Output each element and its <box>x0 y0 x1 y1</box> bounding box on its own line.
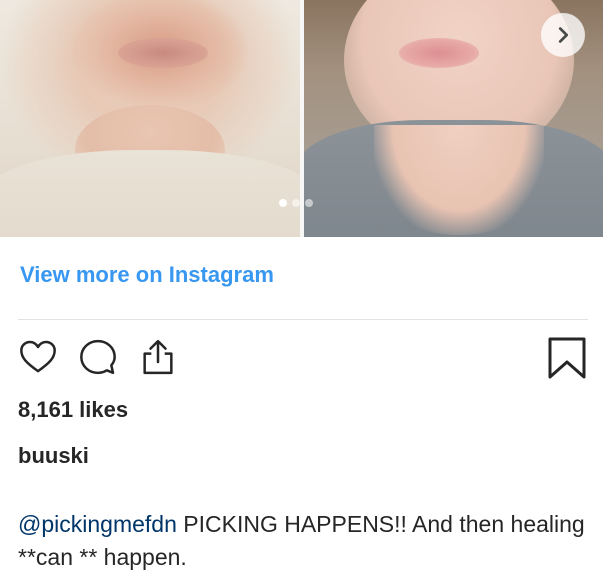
heart-icon <box>20 340 56 373</box>
caption-mention-link[interactable]: @pickingmefdn <box>18 511 177 537</box>
post-media-carousel[interactable] <box>0 0 603 237</box>
post-username[interactable]: buuski <box>18 443 89 469</box>
carousel-dot-2 <box>292 199 300 207</box>
comment-button[interactable] <box>76 335 120 379</box>
carousel-dot-3 <box>305 199 313 207</box>
chevron-right-icon <box>558 27 569 43</box>
view-more-link[interactable]: View more on Instagram <box>20 262 274 288</box>
comment-icon <box>80 339 116 375</box>
post-caption: @pickingmefdn PICKING HAPPENS!! And then… <box>18 508 588 574</box>
bookmark-icon <box>548 337 586 379</box>
save-button[interactable] <box>546 337 588 379</box>
like-button[interactable] <box>16 335 60 379</box>
action-bar <box>16 335 180 379</box>
carousel-next-button[interactable] <box>541 13 585 57</box>
before-photo <box>0 0 300 237</box>
share-button[interactable] <box>136 335 180 379</box>
likes-count[interactable]: 8,161 likes <box>18 397 128 423</box>
carousel-dot-1 <box>279 199 287 207</box>
carousel-indicator <box>279 199 313 207</box>
divider <box>18 319 588 320</box>
share-icon <box>143 339 173 375</box>
